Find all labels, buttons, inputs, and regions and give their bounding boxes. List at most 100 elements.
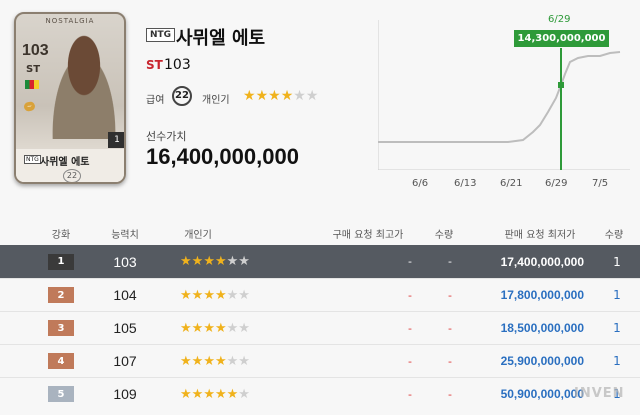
row-buy-qty: -: [448, 288, 452, 302]
table-row[interactable]: 4 107 ★ ★ ★ ★ ★ ★ - -25,900,000,000 1: [0, 344, 640, 377]
star-icon: ★: [226, 320, 239, 336]
star-icon: ★: [180, 287, 192, 303]
row-buy-price: -: [408, 387, 412, 401]
level-badge: 4: [48, 353, 74, 369]
star-icon: ★: [180, 386, 192, 402]
row-level: 5: [36, 378, 86, 410]
row-stars: ★ ★ ★ ★ ★ ★: [168, 378, 278, 410]
star-icon: ★: [214, 254, 227, 269]
row-buy-qty: -: [448, 354, 452, 368]
card-level-badge: 1: [108, 132, 124, 148]
star-icon: ★: [214, 320, 227, 336]
star-icon: ★: [268, 88, 281, 104]
card-brand: NOSTALGIA: [45, 17, 95, 25]
star-icon: ★: [238, 254, 250, 269]
table-row[interactable]: 1 103 ★ ★ ★ ★ ★ ★ - -17,400,000,000 1: [0, 245, 640, 278]
star-icon: ★: [191, 254, 204, 269]
header-buy-qty: 수량: [434, 229, 454, 241]
row-level: 2: [36, 279, 86, 311]
row-sell-price: 50,900,000,000: [500, 387, 584, 401]
star-icon: ★: [214, 353, 227, 369]
table-row[interactable]: 3 105 ★ ★ ★ ★ ★ ★ - -18,500,000,000 1: [0, 311, 640, 344]
star-icon: ★: [180, 320, 192, 336]
star-icon: ★: [180, 254, 192, 269]
grade-price-table: 강화 능력치 개인기 구매 요청 최고가 수량 판매 요청 최저가 수량 1 10…: [0, 221, 640, 410]
header-buy-price: 구매 요청 최고가: [332, 229, 404, 241]
header-level: 강화: [51, 229, 71, 241]
player-position: ST: [146, 58, 163, 72]
header-skill: 개인기: [184, 229, 212, 241]
star-icon: ★: [203, 287, 215, 303]
graph-tooltip-date: 6/29: [548, 14, 571, 25]
player-photo: [44, 34, 124, 139]
player-summary: NOSTALGIA 103 ST ~ 1 NTG 사뮈엘 에토 22 NTG 사…: [0, 0, 640, 212]
star-icon: ★: [238, 353, 250, 369]
watermark: INVEN: [574, 386, 625, 401]
row-buy-qty: -: [448, 321, 452, 335]
row-buy-price: -: [408, 255, 412, 268]
skill-stars: ★★★★★★: [243, 88, 318, 104]
level-badge: 2: [48, 287, 74, 303]
star-icon: ★: [238, 320, 250, 336]
graph-date-label: 6/21: [500, 178, 523, 189]
table-row[interactable]: 2 104 ★ ★ ★ ★ ★ ★ - -17,800,000,000 1: [0, 278, 640, 311]
graph-date-label: 6/13: [454, 178, 477, 189]
row-buy-price: -: [408, 288, 412, 302]
row-sell-qty: 1: [613, 288, 621, 302]
row-ovr: 109: [113, 386, 137, 402]
level-badge: 5: [48, 386, 74, 402]
row-buy-price: -: [408, 354, 412, 368]
star-icon: ★: [238, 386, 250, 402]
row-sell-qty: 1: [613, 321, 621, 335]
star-icon: ★: [203, 320, 215, 336]
star-icon: ★: [226, 386, 239, 402]
star-icon: ★: [180, 353, 192, 369]
row-sell-price: 18,500,000,000: [500, 321, 584, 335]
row-ovr: 104: [113, 287, 137, 303]
card-position: ST: [26, 64, 41, 75]
graph-date-label: 6/29: [545, 178, 568, 189]
header-ovr: 능력치: [111, 229, 139, 241]
star-icon: ★: [203, 353, 215, 369]
header-sell-qty: 수량: [604, 229, 624, 241]
player-name: 사뮈엘 에토: [176, 28, 266, 49]
row-ovr: 105: [113, 320, 137, 336]
pay-badge: 22: [172, 86, 192, 106]
table-header: 강화 능력치 개인기 구매 요청 최고가 수량 판매 요청 최저가 수량: [0, 221, 640, 245]
player-card[interactable]: NOSTALGIA 103 ST ~ 1 NTG 사뮈엘 에토 22: [14, 12, 126, 184]
row-stars: ★ ★ ★ ★ ★ ★: [168, 345, 278, 377]
row-buy-qty: -: [448, 255, 452, 268]
star-icon: ★: [226, 353, 239, 369]
star-icon: ★: [191, 353, 204, 369]
row-stars: ★ ★ ★ ★ ★ ★: [168, 245, 278, 278]
row-level: 4: [36, 345, 86, 377]
season-badge: NTG: [146, 28, 176, 42]
row-level: 1: [36, 245, 86, 278]
star-icon: ★: [293, 88, 306, 104]
star-icon: ★: [191, 287, 204, 303]
row-buy-qty: -: [448, 387, 452, 401]
star-icon: ★: [238, 287, 250, 303]
graph-date-label: 7/5: [592, 178, 609, 189]
star-icon: ★: [214, 287, 227, 303]
signature-icon: ~: [23, 100, 36, 113]
table-row[interactable]: 5 109 ★ ★ ★ ★ ★ ★ - -50,900,000,000 1: [0, 377, 640, 410]
star-icon: ★: [203, 254, 215, 269]
player-value: 16,400,000,000: [146, 144, 299, 169]
card-pay-badge: 22: [63, 169, 81, 182]
cameroon-flag-icon: [25, 80, 39, 89]
graph-tooltip-value: 14,300,000,000: [514, 30, 609, 47]
row-sell-qty: 1: [613, 254, 621, 269]
row-buy-price: -: [408, 321, 412, 335]
row-stars: ★ ★ ★ ★ ★ ★: [168, 312, 278, 344]
value-label: 선수가치: [146, 130, 187, 143]
card-ovr: 103: [22, 42, 49, 59]
star-icon: ★: [243, 88, 256, 104]
star-icon: ★: [191, 386, 204, 402]
skill-label: 개인기: [202, 95, 230, 106]
star-icon: ★: [255, 88, 269, 104]
card-player-name: 사뮈엘 에토: [40, 157, 90, 168]
star-icon: ★: [203, 386, 215, 402]
card-season-badge: NTG: [24, 155, 41, 164]
graph-cursor-point: [558, 82, 564, 88]
